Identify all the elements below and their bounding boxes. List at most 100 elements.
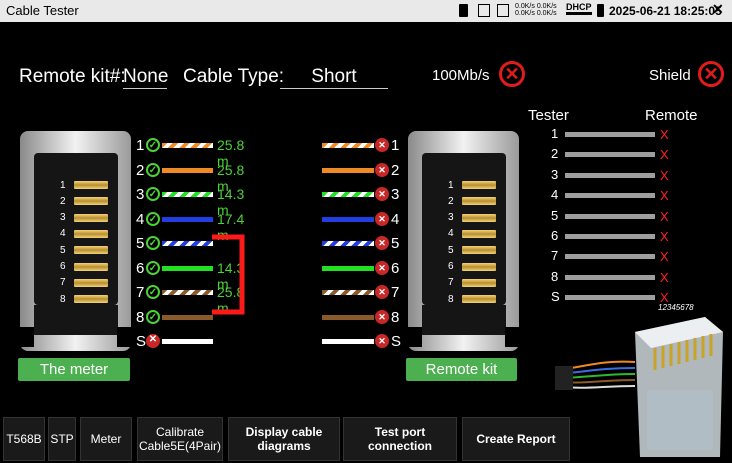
- fail-icon: ✕: [375, 162, 389, 177]
- wire-right-number: 7: [391, 284, 400, 301]
- remote-jack: [408, 131, 519, 351]
- wire-right-segment: [322, 143, 374, 148]
- wire-right-number: 2: [391, 161, 400, 179]
- wire-left-number: 1: [136, 137, 145, 154]
- cable-type-value[interactable]: Short: [280, 66, 388, 89]
- meter-pin-number: 7: [60, 277, 66, 289]
- meter-pin-contact: [74, 229, 108, 238]
- net-speed: 0.0K/s 0.0K/s 0.0K/s 0.0K/s: [515, 3, 557, 17]
- fail-icon: ✕: [375, 138, 389, 152]
- meter-pin-contact: [74, 295, 108, 304]
- remote-pin-contact: [462, 197, 496, 206]
- status-bar: Cable Tester 0.0K/s 0.0K/s 0.0K/s 0.0K/s…: [0, 0, 732, 22]
- wire-left-segment: [162, 314, 213, 320]
- remote-pin-contact: [462, 262, 496, 271]
- meter-pin-2: 2: [60, 194, 108, 208]
- legend-pin-number: 3: [551, 166, 559, 182]
- wire-right-segment: [322, 314, 374, 320]
- net-up-speed: 0.0K/s: [515, 3, 535, 10]
- legend-remote-status: X: [660, 167, 669, 183]
- legend-remote-status: X: [660, 249, 669, 265]
- wire-left-number: 2: [136, 161, 145, 179]
- wire-right-number: 4: [391, 210, 400, 228]
- wire-left-number: 4: [136, 210, 145, 228]
- legend-pin-number: 5: [551, 207, 559, 223]
- test-port-connection-button[interactable]: Test port connection: [343, 417, 457, 461]
- wire-right-segment: [322, 192, 374, 197]
- remote-pin-2: 2: [448, 194, 496, 208]
- wire-left-segment: [162, 143, 213, 148]
- remote-pin-8: 8: [448, 292, 496, 306]
- meter-pin-6: 6: [60, 260, 108, 274]
- wire-left-segment: [162, 339, 213, 344]
- the-meter-button[interactable]: The meter: [18, 358, 130, 381]
- speed-fail-icon: ✕: [499, 61, 525, 87]
- display-cable-diagrams-button[interactable]: Display cable diagrams: [228, 417, 340, 461]
- remote-pin-6: 6: [448, 260, 496, 274]
- net-down-speed: 0.0K/s: [536, 3, 557, 10]
- check-icon: ✓: [146, 236, 160, 250]
- legend-pin-number: S: [551, 289, 560, 305]
- wire-left-number: S: [136, 333, 147, 350]
- legend-bar: [565, 193, 655, 199]
- calibrate-button[interactable]: Calibrate Cable5E(4Pair): [137, 417, 223, 461]
- meter-pin-1: 1: [60, 178, 108, 192]
- t568b-button[interactable]: T568B: [3, 417, 45, 461]
- check-icon: ✓: [146, 211, 160, 226]
- speed-label: 100Mb/s: [432, 67, 490, 84]
- remote-kit-value[interactable]: None: [123, 66, 168, 89]
- meter-pin-7: 7: [60, 276, 108, 290]
- remote-kit-button[interactable]: Remote kit: [406, 358, 517, 381]
- fail-icon: ✕: [375, 236, 389, 250]
- wire-right-segment: [322, 167, 374, 173]
- wire-left-segment: [162, 241, 213, 246]
- wire-left-number: 8: [136, 308, 145, 326]
- legend-pin-number: 2: [551, 146, 559, 162]
- meter-pin-contact: [74, 197, 108, 206]
- remote-column-label: Remote: [645, 107, 698, 124]
- remote-pin-contact: [462, 213, 496, 222]
- legend-pin-number: 8: [551, 268, 559, 284]
- fail-icon: ✕: [375, 187, 389, 201]
- fail-icon: ✕: [146, 334, 160, 348]
- legend-pin-number: 7: [551, 248, 559, 264]
- remote-pin-number: 2: [448, 195, 454, 207]
- button-label: Create Report: [476, 432, 556, 446]
- dhcp-icon: DHCP: [566, 2, 592, 15]
- button-label: Meter: [90, 432, 122, 446]
- fail-icon: ✕: [375, 285, 389, 299]
- check-icon: ✓: [146, 162, 160, 177]
- legend-bar: [565, 172, 655, 178]
- meter-pin-contact: [74, 213, 108, 222]
- button-label: STP: [50, 432, 74, 446]
- check-icon: ✓: [146, 260, 160, 275]
- remote-pin-number: 5: [448, 244, 454, 256]
- clock: 2025-06-21 18:25:05: [609, 4, 722, 18]
- remote-pin-1: 1: [448, 178, 496, 192]
- remote-pin-contact: [462, 278, 496, 287]
- remote-pin-5: 5: [448, 243, 496, 257]
- create-report-button[interactable]: Create Report: [462, 417, 570, 461]
- wire-right-number: 6: [391, 259, 400, 277]
- wire-right-segment: [322, 290, 374, 295]
- net-down-speed-2: 0.0K/s: [536, 10, 557, 17]
- button-label: Calibrate Cable5E(4Pair): [138, 425, 222, 453]
- button-label: Test port connection: [367, 425, 432, 453]
- meter-button[interactable]: Meter: [80, 417, 132, 461]
- legend-pin-number: 6: [551, 228, 559, 243]
- monitor-icon: [497, 4, 509, 17]
- remote-pin-contact: [462, 295, 496, 304]
- stp-button[interactable]: STP: [48, 417, 76, 461]
- remote-pin-contact: [462, 181, 496, 189]
- wire-left-number: 6: [136, 259, 145, 277]
- remote-pin-7: 7: [448, 276, 496, 290]
- button-label: Display cable diagrams: [245, 425, 323, 453]
- close-icon[interactable]: ✕: [712, 1, 724, 18]
- remote-pin-3: 3: [448, 211, 496, 225]
- remote-kit-label: Remote kit#:: [19, 66, 126, 87]
- meter-pin-3: 3: [60, 211, 108, 225]
- wire-right-number: 8: [391, 308, 400, 326]
- wire-right-segment: [322, 216, 374, 222]
- legend-bar: [565, 295, 655, 301]
- meter-pin-contact: [74, 181, 108, 189]
